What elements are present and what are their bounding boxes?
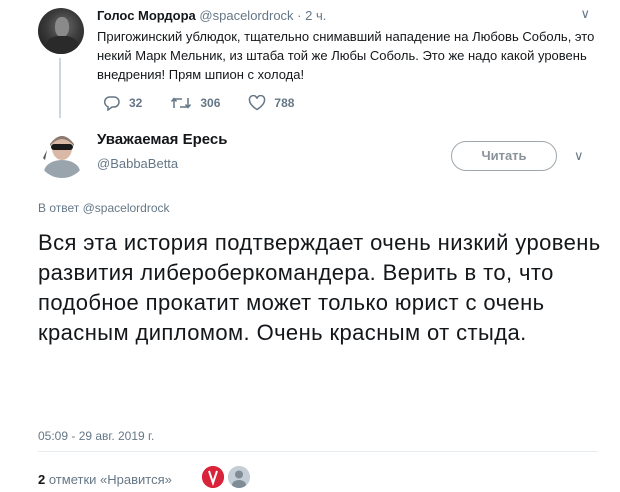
- liker-avatar[interactable]: [228, 466, 250, 488]
- parent-author-handle[interactable]: @spacelordrock: [199, 8, 293, 23]
- divider: [38, 451, 598, 452]
- like-button[interactable]: 788: [248, 95, 294, 111]
- thread-line: [59, 58, 61, 118]
- likes-label: отметки «Нравится»: [48, 472, 172, 487]
- parent-header: Голос Мордора @spacelordrock · 2 ч.: [97, 8, 326, 23]
- default-user-icon: [228, 466, 250, 488]
- likes-count: 2: [38, 472, 46, 487]
- parent-separator: ·: [297, 8, 302, 23]
- tweet-text: Вся эта история подтверждает очень низки…: [38, 230, 601, 345]
- heart-icon: [249, 95, 266, 111]
- like-count: 788: [274, 96, 295, 110]
- reply-handle-link[interactable]: @spacelordrock: [83, 201, 170, 215]
- follow-button[interactable]: Читать: [451, 141, 557, 171]
- retweet-button[interactable]: 306: [170, 95, 220, 111]
- reply-context: В ответ @spacelordrock: [38, 201, 170, 215]
- avatar-face: [55, 17, 69, 37]
- avatar-body: [46, 36, 78, 54]
- author-handle[interactable]: @BabbaBetta: [97, 156, 178, 171]
- tweet-timestamp[interactable]: 05:09 - 29 авг. 2019 г.: [38, 429, 154, 443]
- parent-tweet-text: Пригожинский ублюдок, тщательно снимавши…: [97, 29, 595, 82]
- liker-avatar-image: [202, 466, 224, 488]
- parent-author-name[interactable]: Голос Мордора: [97, 8, 196, 23]
- parent-actions: 32 306 788: [103, 95, 322, 111]
- liker-avatar[interactable]: [202, 466, 224, 488]
- parent-avatar[interactable]: [38, 8, 84, 54]
- parent-menu-caret-icon[interactable]: ∨: [580, 6, 590, 22]
- likes-summary[interactable]: 2 отметки «Нравится»: [38, 472, 172, 487]
- author-avatar[interactable]: [37, 128, 87, 178]
- author-name[interactable]: Уважаемая Ересь: [97, 131, 227, 148]
- tweet-menu-caret-icon[interactable]: ∨: [574, 148, 584, 164]
- reply-count: 32: [129, 96, 143, 110]
- parent-time[interactable]: 2 ч.: [305, 8, 326, 23]
- reply-icon: [103, 96, 120, 111]
- reply-prefix: В ответ: [38, 201, 80, 215]
- reply-button[interactable]: 32: [103, 95, 142, 111]
- avatar-image: [37, 128, 87, 178]
- retweet-icon: [171, 97, 192, 109]
- retweet-count: 306: [200, 96, 221, 110]
